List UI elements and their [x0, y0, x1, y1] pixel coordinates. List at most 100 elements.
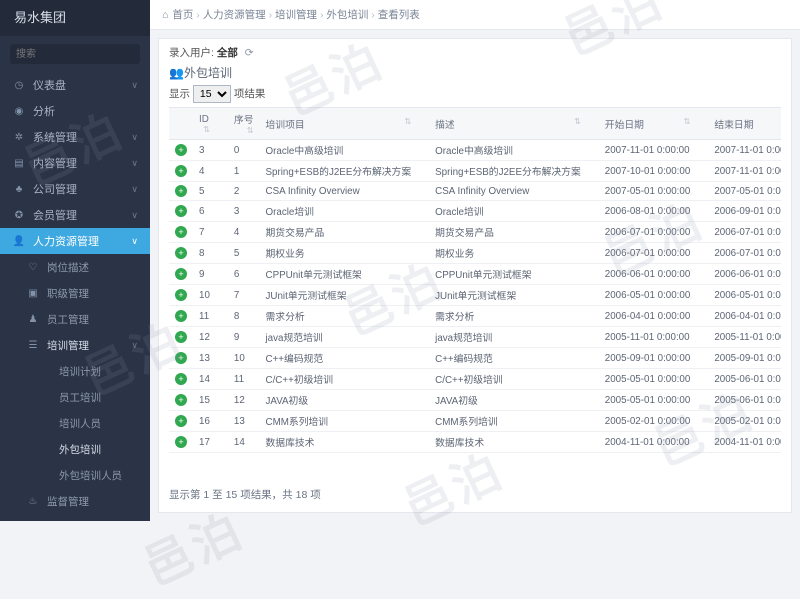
table-row[interactable]: + 6 3 Oracle培训 Oracle培训 2006-08-01 0:00:…: [169, 201, 781, 222]
expand-icon[interactable]: +: [175, 415, 187, 427]
cell-seq: 2: [228, 182, 260, 201]
cell-id: 8: [193, 243, 216, 264]
nav-item[interactable]: ♟员工管理: [0, 306, 150, 332]
expand-icon[interactable]: +: [175, 310, 187, 322]
table-row[interactable]: + 13 10 C++编码规范 C++编码规范 2005-09-01 0:00:…: [169, 348, 781, 369]
brand-title: 易水集团: [0, 0, 150, 36]
nav-item[interactable]: 培训人员: [0, 410, 150, 436]
refresh-icon[interactable]: ⟳: [245, 47, 254, 59]
sort-icon[interactable]: ⇅: [684, 117, 691, 126]
table-row[interactable]: + 5 2 CSA Infinity Overview CSA Infinity…: [169, 182, 781, 201]
cell-start: 2005-11-01 0:00:00: [599, 327, 697, 348]
expand-icon[interactable]: +: [175, 331, 187, 343]
filter-value[interactable]: 全部: [217, 47, 238, 59]
breadcrumb-item[interactable]: 首页: [172, 9, 193, 21]
nav-item[interactable]: ♨监督管理: [0, 488, 150, 514]
nav-item[interactable]: ✪会员管理∨: [0, 202, 150, 228]
table-row[interactable]: + 4 1 Spring+ESB的J2EE分布解决方案 Spring+ESB的J…: [169, 161, 781, 182]
breadcrumb-item[interactable]: 查看列表: [378, 9, 420, 21]
nav-item[interactable]: 👤人力资源管理∨: [0, 228, 150, 254]
table-row[interactable]: + 17 14 数据库技术 数据库技术 2004-11-01 0:00:00 2…: [169, 432, 781, 453]
cell-id: 11: [193, 306, 216, 327]
table-row[interactable]: + 15 12 JAVA初级 JAVA初级 2005-05-01 0:00:00…: [169, 390, 781, 411]
expand-icon[interactable]: +: [175, 373, 187, 385]
column-header[interactable]: ID⇅: [193, 108, 216, 140]
table-row[interactable]: + 10 7 JUnit单元测试框架 JUnit单元测试框架 2006-05-0…: [169, 285, 781, 306]
nav-label: 会员管理: [33, 207, 77, 223]
column-header[interactable]: 培训项目⇅: [260, 108, 418, 140]
table-row[interactable]: + 7 4 期货交易产品 期货交易产品 2006-07-01 0:00:00 2…: [169, 222, 781, 243]
nav-item[interactable]: ♣公司管理∨: [0, 176, 150, 202]
column-header[interactable]: [696, 108, 708, 140]
cell-seq: 11: [228, 369, 260, 390]
nav-label: 员工管理: [47, 312, 89, 327]
column-header[interactable]: 序号⇅: [228, 108, 260, 140]
cell-end: 2007-11-01 0:00:00: [708, 140, 781, 161]
nav-item[interactable]: ◷仪表盘∨: [0, 72, 150, 98]
home-icon[interactable]: ⌂: [162, 9, 168, 21]
chevron-down-icon: ∨: [131, 132, 138, 143]
cell-seq: 6: [228, 264, 260, 285]
cell-seq: 5: [228, 243, 260, 264]
sort-icon[interactable]: ⇅: [247, 126, 254, 135]
nav-item[interactable]: ✲系统管理∨: [0, 124, 150, 150]
expand-icon[interactable]: +: [175, 205, 187, 217]
cell-name: java规范培训: [260, 327, 418, 348]
nav-item[interactable]: 外包培训: [0, 436, 150, 462]
page-size-row: 显示 15 项结果: [169, 85, 781, 103]
table-row[interactable]: + 8 5 期权业务 期权业务 2006-07-01 0:00:00 2006-…: [169, 243, 781, 264]
column-header[interactable]: [216, 108, 228, 140]
nav-label: 外包培训人员: [59, 468, 122, 483]
expand-icon[interactable]: +: [175, 289, 187, 301]
nav-item[interactable]: ◉分析: [0, 98, 150, 124]
expand-icon[interactable]: +: [175, 165, 187, 177]
sort-icon[interactable]: ⇅: [203, 125, 210, 134]
sort-icon[interactable]: ⇅: [574, 117, 581, 126]
nav-item[interactable]: 外包培训人员: [0, 462, 150, 488]
column-header[interactable]: 描述⇅: [429, 108, 587, 140]
page-size-select[interactable]: 15: [193, 85, 231, 103]
cell-start: 2005-05-01 0:00:00: [599, 369, 697, 390]
table-row[interactable]: + 3 0 Oracle中高级培训 Oracle中高级培训 2007-11-01…: [169, 140, 781, 161]
cell-desc: 期货交易产品: [429, 222, 587, 243]
cell-end: 2006-04-01 0:00:00: [708, 306, 781, 327]
table-row[interactable]: + 12 9 java规范培训 java规范培训 2005-11-01 0:00…: [169, 327, 781, 348]
breadcrumb-item[interactable]: 人力资源管理: [203, 9, 266, 21]
nav-item[interactable]: 培训计划: [0, 358, 150, 384]
search-input[interactable]: [10, 44, 140, 64]
table-row[interactable]: + 11 8 需求分析 需求分析 2006-04-01 0:00:00 2006…: [169, 306, 781, 327]
sort-icon[interactable]: ⇅: [404, 117, 411, 126]
nav-item[interactable]: ♡岗位描述: [0, 254, 150, 280]
table-row[interactable]: + 14 11 C/C++初级培训 C/C++初级培训 2005-05-01 0…: [169, 369, 781, 390]
expand-icon[interactable]: +: [175, 185, 187, 197]
nav-item[interactable]: ▤内容管理∨: [0, 150, 150, 176]
expand-icon[interactable]: +: [175, 226, 187, 238]
column-header[interactable]: 结束日期⇅: [708, 108, 781, 140]
breadcrumb: ⌂ 首页 › 人力资源管理 › 培训管理 › 外包培训 › 查看列表: [150, 0, 800, 30]
cell-desc: 数据库技术: [429, 432, 587, 453]
cell-end: 2006-06-01 0:00:00: [708, 264, 781, 285]
nav-item[interactable]: ▣职级管理: [0, 280, 150, 306]
table-row[interactable]: + 16 13 CMM系列培训 CMM系列培训 2005-02-01 0:00:…: [169, 411, 781, 432]
cell-desc: Spring+ESB的J2EE分布解决方案: [429, 161, 587, 182]
expand-icon[interactable]: +: [175, 352, 187, 364]
nav-item[interactable]: 员工培训: [0, 384, 150, 410]
expand-icon[interactable]: +: [175, 394, 187, 406]
cell-desc: Oracle中高级培训: [429, 140, 587, 161]
expand-icon[interactable]: +: [175, 144, 187, 156]
nav-item[interactable]: ☰培训管理∨: [0, 332, 150, 358]
breadcrumb-item[interactable]: 外包培训: [326, 9, 368, 21]
column-header[interactable]: [417, 108, 429, 140]
column-header[interactable]: [587, 108, 599, 140]
expand-icon[interactable]: +: [175, 268, 187, 280]
table-row[interactable]: + 9 6 CPPUnit单元测试框架 CPPUnit单元测试框架 2006-0…: [169, 264, 781, 285]
nav-item[interactable]: ⚙绩效管理: [0, 514, 150, 521]
cell-name: CMM系列培训: [260, 411, 418, 432]
column-header[interactable]: [169, 108, 193, 140]
expand-icon[interactable]: +: [175, 247, 187, 259]
cell-name: CSA Infinity Overview: [260, 182, 418, 201]
expand-icon[interactable]: +: [175, 436, 187, 448]
column-header[interactable]: 开始日期⇅: [599, 108, 697, 140]
cell-name: Oracle培训: [260, 201, 418, 222]
breadcrumb-item[interactable]: 培训管理: [275, 9, 317, 21]
